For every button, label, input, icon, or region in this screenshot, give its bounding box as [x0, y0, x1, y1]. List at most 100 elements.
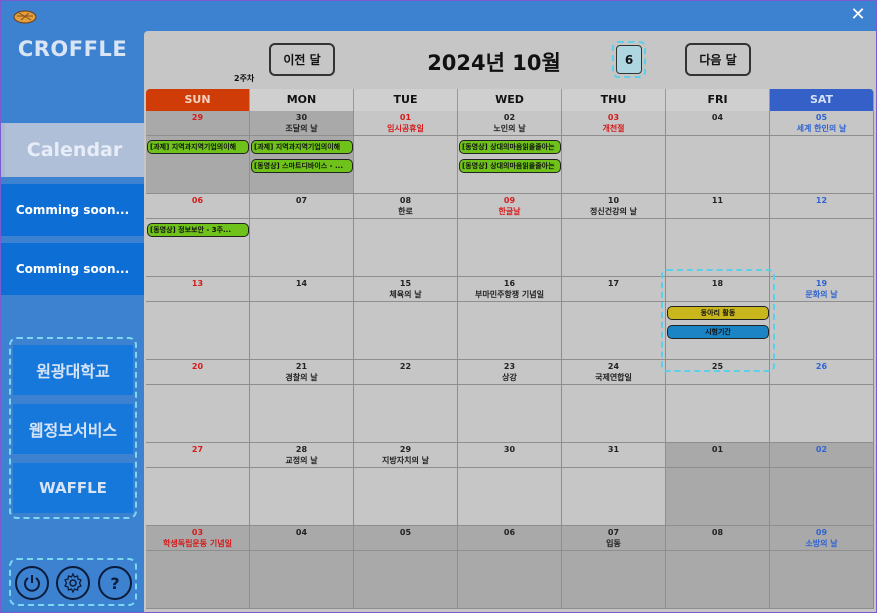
day-cell-header: 02 노인의 날 — [458, 111, 561, 136]
day-cell-header: 03 학생독립운동 기념일 — [146, 526, 249, 551]
calendar-day-cell[interactable]: 03 학생독립운동 기념일 — [146, 526, 250, 609]
calendar-day-cell[interactable]: 17 — [562, 277, 666, 360]
calendar-day-cell[interactable]: 21 경찰의 날 — [250, 360, 354, 443]
calendar-day-cell[interactable]: 29 지방자치의 날 — [354, 443, 458, 526]
calendar-day-cell[interactable]: 22 — [354, 360, 458, 443]
calendar-week-row: 20 21 경찰의 날 22 23 상강 24 국제연합일 25 26 — [146, 360, 874, 443]
calendar-day-cell[interactable]: 28 교정의 날 — [250, 443, 354, 526]
day-cell-header: 07 — [250, 194, 353, 219]
day-number: 03 — [607, 113, 620, 122]
settings-button[interactable] — [56, 566, 90, 600]
app-window: ✕ CROFFLE Calendar Comming soon... Commi… — [0, 0, 877, 613]
calendar-day-cell[interactable]: 03 개천절 — [562, 111, 666, 194]
day-cell-header: 01 임시공휴일 — [354, 111, 457, 136]
week-count-button[interactable]: 6 — [616, 45, 642, 74]
holiday-label: 조달의 날 — [285, 124, 318, 133]
calendar-event[interactable]: [동영상] 스마트디바이스 - ... — [251, 159, 353, 173]
calendar-day-cell[interactable]: 27 — [146, 443, 250, 526]
calendar-event[interactable]: [동영상] 상대의마음읽을줄아는 — [459, 140, 561, 154]
calendar-day-cell[interactable]: 23 상강 — [458, 360, 562, 443]
calendar-day-cell[interactable]: 16 부마민주항쟁 기념일 — [458, 277, 562, 360]
calendar-day-cell[interactable]: 13 — [146, 277, 250, 360]
day-cell-header: 04 — [250, 526, 353, 551]
calendar-day-cell[interactable]: 30 조달의 날 [과제] 지역과지역기업의이해 [동영상] 스마트디바이스 - ..… — [250, 111, 354, 194]
calendar-event[interactable]: [과제] 지역과지역기업의이해 — [251, 140, 353, 154]
external-links-group: 원광대학교 웹정보서비스 WAFFLE — [9, 337, 137, 519]
calendar-day-cell[interactable]: 06 [동영상] 정보보안 - 3주... — [146, 194, 250, 277]
day-cell-header: 31 — [562, 443, 665, 468]
sidebar: CROFFLE Calendar Comming soon... Comming… — [1, 31, 144, 612]
day-number: 06 — [503, 528, 516, 537]
week-count-focus[interactable]: 6 — [612, 41, 646, 78]
holiday-label: 국제연합일 — [595, 373, 632, 382]
dow-fri: FRI — [666, 89, 770, 111]
prev-month-button[interactable]: 이전 달 — [269, 43, 335, 76]
calendar-day-cell[interactable]: 09 소방의 날 — [770, 526, 874, 609]
calendar-event[interactable]: [동영상] 정보보안 - 3주... — [147, 223, 249, 237]
calendar-day-cell[interactable]: 07 — [250, 194, 354, 277]
calendar-day-cell[interactable]: 15 체육의 날 — [354, 277, 458, 360]
calendar-day-cell[interactable]: 26 — [770, 360, 874, 443]
day-number: 05 — [815, 113, 828, 122]
calendar-day-cell[interactable]: 20 — [146, 360, 250, 443]
calendar-day-cell[interactable]: 08 한로 — [354, 194, 458, 277]
calendar-event[interactable]: [과제] 지역과지역기업의이해 — [147, 140, 249, 154]
calendar-event[interactable]: 시험기간 — [667, 325, 769, 339]
help-icon: ? — [110, 573, 120, 593]
calendar-event[interactable]: [동영상] 상대의마음읽을줄아는 — [459, 159, 561, 173]
link-web-info-service[interactable]: 웹정보서비스 — [13, 404, 133, 454]
holiday-label: 임시공휴일 — [387, 124, 424, 133]
calendar-day-cell[interactable]: 02 — [770, 443, 874, 526]
day-cell-header: 14 — [250, 277, 353, 302]
close-button[interactable]: ✕ — [848, 5, 868, 25]
calendar-week-row: 06 [동영상] 정보보안 - 3주... 07 08 한로 09 한글날 10 정신건강의 날… — [146, 194, 874, 277]
day-cell-header: 01 — [666, 443, 769, 468]
day-number: 26 — [815, 362, 828, 371]
day-number: 17 — [607, 279, 620, 288]
calendar-day-cell[interactable]: 31 — [562, 443, 666, 526]
calendar-day-cell[interactable]: 12 — [770, 194, 874, 277]
calendar-day-cell[interactable]: 07 입동 — [562, 526, 666, 609]
calendar-day-cell[interactable]: 25 — [666, 360, 770, 443]
holiday-label: 한로 — [398, 207, 413, 216]
calendar-event[interactable]: 동아리 활동 — [667, 306, 769, 320]
calendar-day-cell[interactable]: 05 세계 한인의 날 — [770, 111, 874, 194]
calendar-day-cell[interactable]: 19 문화의 날 — [770, 277, 874, 360]
link-waffle[interactable]: WAFFLE — [13, 463, 133, 513]
holiday-label: 학생독립운동 기념일 — [162, 539, 233, 548]
calendar-day-cell[interactable]: 24 국제연합일 — [562, 360, 666, 443]
calendar-day-cell[interactable]: 04 — [666, 111, 770, 194]
day-cell-header: 03 개천절 — [562, 111, 665, 136]
calendar-day-cell[interactable]: 10 정신건강의 날 — [562, 194, 666, 277]
help-button[interactable]: ? — [98, 566, 132, 600]
calendar-day-cell[interactable]: 09 한글날 — [458, 194, 562, 277]
calendar-day-cell[interactable]: 11 — [666, 194, 770, 277]
calendar-day-cell[interactable]: 29 [과제] 지역과지역기업의이해 — [146, 111, 250, 194]
calendar-day-cell[interactable]: 01 — [666, 443, 770, 526]
calendar-day-cell[interactable]: 06 — [458, 526, 562, 609]
calendar-day-cell[interactable]: 01 임시공휴일 — [354, 111, 458, 194]
sidebar-item-coming-soon-1[interactable]: Comming soon... — [1, 184, 144, 236]
next-month-button[interactable]: 다음 달 — [685, 43, 751, 76]
day-cell-header: 29 — [146, 111, 249, 136]
day-cell-header: 20 — [146, 360, 249, 385]
sidebar-item-calendar[interactable]: Calendar — [1, 123, 144, 177]
day-cell-header: 10 정신건강의 날 — [562, 194, 665, 219]
day-cell-header: 17 — [562, 277, 665, 302]
calendar-grid: 29 [과제] 지역과지역기업의이해 30 조달의 날 [과제] 지역과지역기업의이해[… — [146, 111, 874, 611]
day-number: 25 — [711, 362, 724, 371]
day-number: 09 — [815, 528, 828, 537]
calendar-day-cell[interactable]: 14 — [250, 277, 354, 360]
calendar-day-cell[interactable]: 05 — [354, 526, 458, 609]
day-number: 04 — [711, 113, 724, 122]
calendar-day-cell[interactable]: 08 — [666, 526, 770, 609]
day-number: 07 — [607, 528, 620, 537]
calendar-day-cell[interactable]: 04 — [250, 526, 354, 609]
sidebar-item-coming-soon-2[interactable]: Comming soon... — [1, 243, 144, 295]
calendar-day-cell[interactable]: 02 노인의 날 [동영상] 상대의마음읽을줄아는 [동영상] 상대의마음읽을줄아는 — [458, 111, 562, 194]
holiday-label: 경찰의 날 — [285, 373, 318, 382]
calendar-day-cell[interactable]: 30 — [458, 443, 562, 526]
calendar-day-cell[interactable]: 18 동아리 활동 시험기간 — [666, 277, 770, 360]
power-button[interactable] — [15, 566, 49, 600]
link-wonkwang-university[interactable]: 원광대학교 — [13, 345, 133, 395]
